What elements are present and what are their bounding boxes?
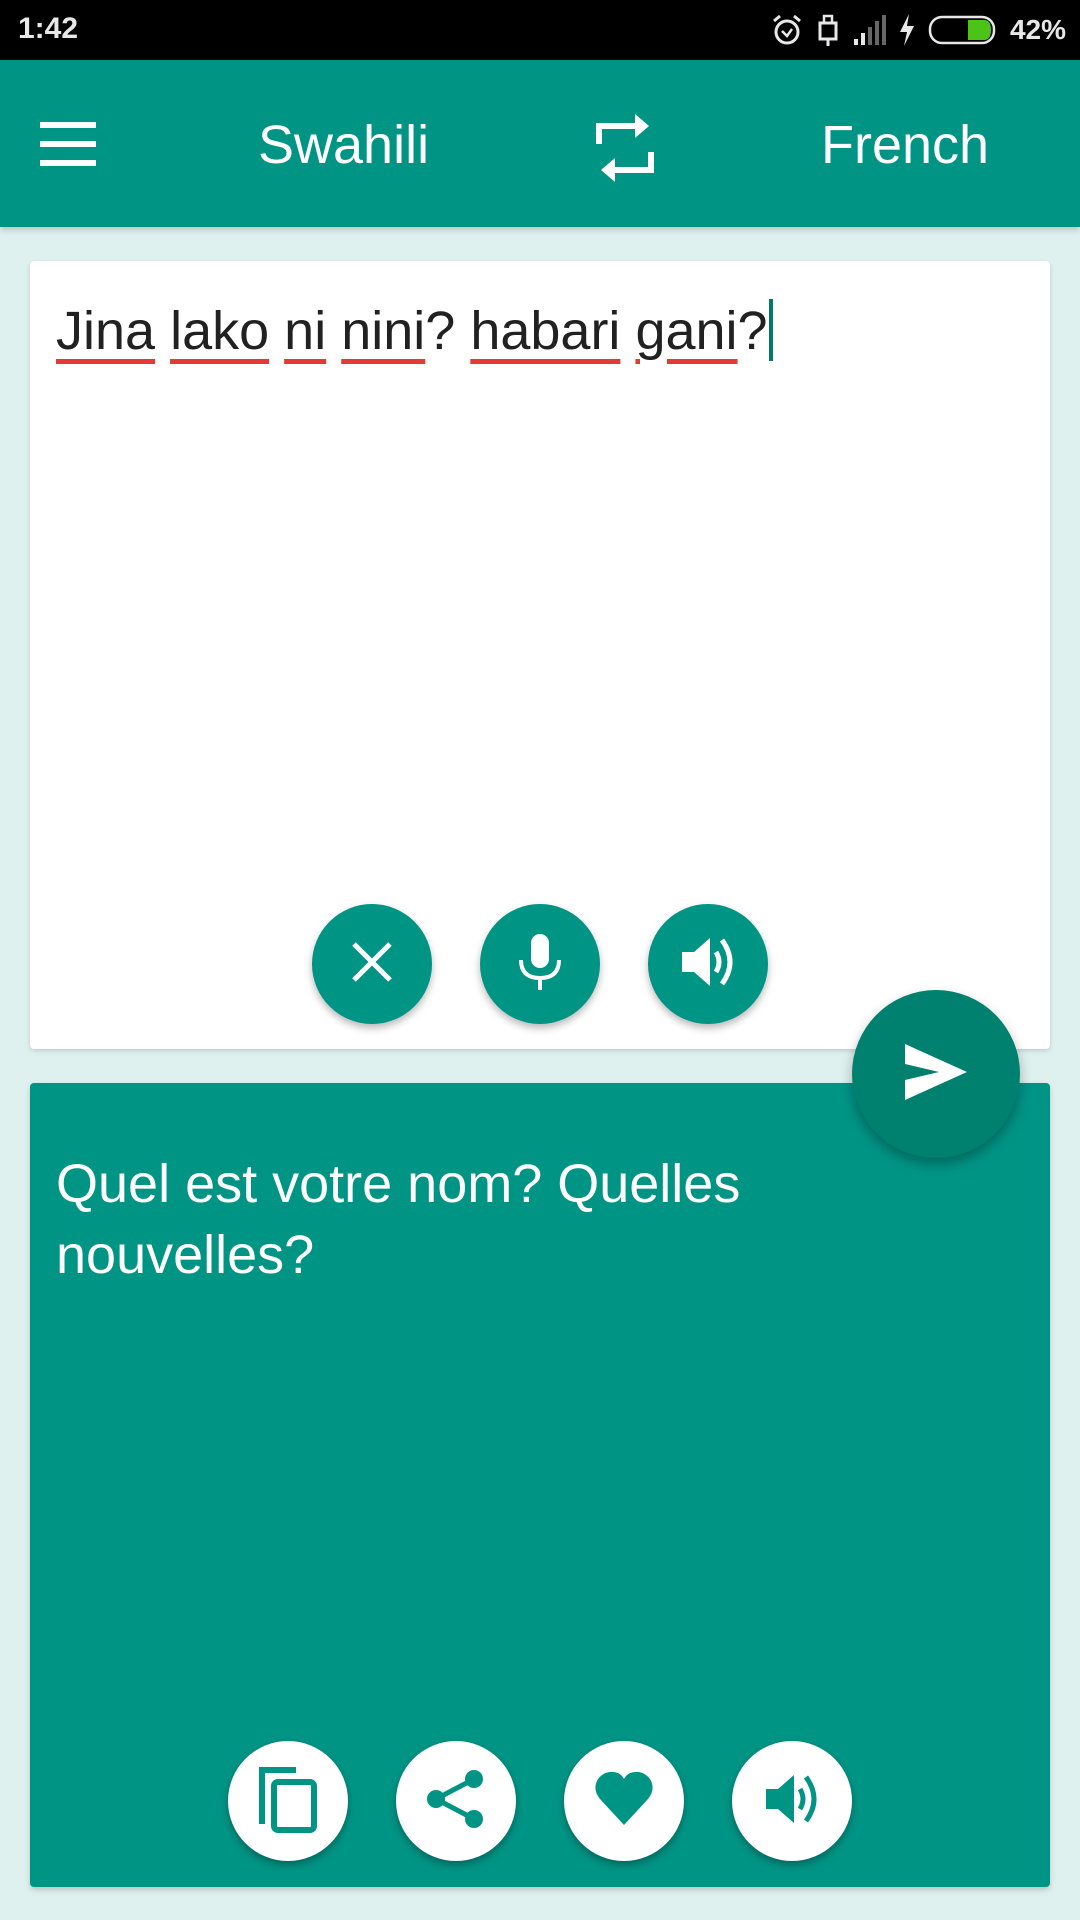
input-word: lako [170, 301, 270, 361]
status-icons: 42% [770, 10, 1066, 50]
input-card: Jina lako ni nini? habari gani? [30, 261, 1050, 1049]
source-text-input[interactable]: Jina lako ni nini? habari gani? [56, 299, 1024, 363]
source-language-selector[interactable]: Swahili [258, 115, 429, 175]
speaker-icon [762, 1769, 822, 1834]
menu-icon [40, 122, 100, 174]
input-word: habari [470, 301, 621, 361]
translate-button[interactable] [852, 990, 1020, 1158]
speak-source-button[interactable] [648, 904, 768, 1024]
battery-percent: 42% [1009, 14, 1066, 45]
send-icon [901, 1042, 971, 1107]
menu-button[interactable] [40, 110, 128, 180]
heart-icon [592, 1769, 656, 1834]
text-cursor [768, 299, 773, 361]
output-card: Quel est votre nom? Quelles nouvelles? [30, 1083, 1050, 1887]
alarm-icon [770, 13, 804, 47]
input-word: nini [341, 301, 426, 361]
copy-button[interactable] [228, 1741, 348, 1861]
status-time: 1:42 [18, 12, 79, 45]
translated-text: Quel est votre nom? Quelles nouvelles? [56, 1154, 741, 1285]
share-button[interactable] [396, 1741, 516, 1861]
signal-icon [852, 15, 886, 45]
charging-icon [898, 14, 916, 46]
swap-languages-button[interactable] [585, 108, 665, 188]
input-word: ni [284, 301, 327, 361]
microphone-icon [515, 932, 565, 997]
app-bar: Swahili French [0, 60, 1080, 227]
speak-target-button[interactable] [732, 1741, 852, 1861]
speaker-icon [678, 932, 738, 997]
swap-icon [585, 114, 665, 192]
input-word: Jina [56, 301, 156, 361]
status-bar: 1:42 42% [0, 0, 1080, 60]
battery-icon [928, 15, 998, 45]
copy-icon [256, 1764, 320, 1839]
favorite-button[interactable] [564, 1741, 684, 1861]
usb-icon [816, 13, 840, 47]
clear-button[interactable] [312, 904, 432, 1024]
close-icon [348, 938, 396, 991]
target-language-selector[interactable]: French [821, 115, 989, 175]
share-icon [424, 1767, 488, 1836]
input-word: gani [635, 301, 738, 361]
voice-input-button[interactable] [480, 904, 600, 1024]
